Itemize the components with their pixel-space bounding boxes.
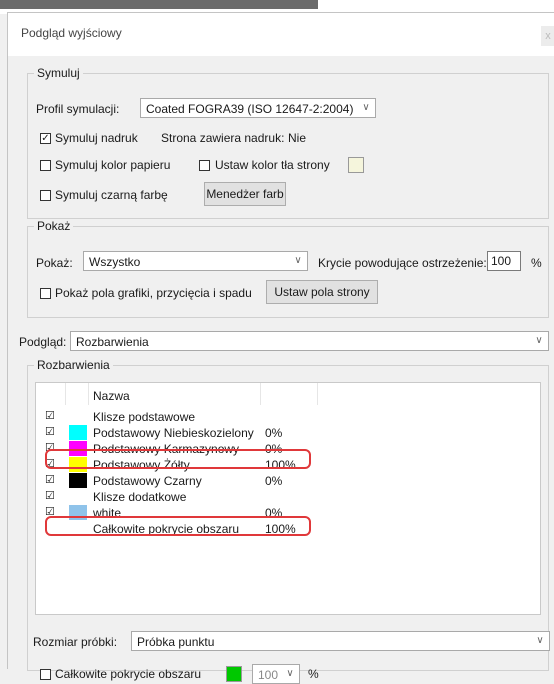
separation-checkbox[interactable]: ☑	[45, 427, 55, 438]
output-preview-dialog: Podgląd wyjściowy x Symuluj Profil symul…	[7, 12, 554, 684]
page-boxes-button[interactable]: Ustaw pola strony	[266, 280, 378, 304]
page-contains-overprint-label: Strona zawiera nadruk:	[161, 131, 285, 145]
simulate-paper-color-label: Symuluj kolor papieru	[55, 158, 171, 172]
highlight-yellow-row	[45, 449, 311, 469]
total-coverage-select[interactable]: 100 ∨	[252, 664, 300, 684]
simulation-profile-select[interactable]: Coated FOGRA39 (ISO 12647-2:2004) ∨	[140, 98, 376, 118]
chevron-down-icon: ∨	[536, 635, 544, 646]
separation-row[interactable]: ☑ Podstawowy Czarny 0%	[36, 473, 540, 488]
sample-size-value: Próbka punktu	[137, 635, 215, 649]
show-boxes-checkbox[interactable]	[40, 288, 51, 299]
separation-coverage: 0%	[265, 426, 283, 440]
separation-row[interactable]: ☑ Klisze podstawowe	[36, 409, 540, 424]
separation-color-swatch	[69, 473, 87, 488]
total-coverage-value: 100	[258, 668, 279, 682]
ink-manager-button[interactable]: Menedżer farb	[204, 182, 286, 206]
total-coverage-checkbox[interactable]	[40, 669, 51, 680]
chevron-down-icon: ∨	[535, 335, 543, 346]
show-group: Pokaż Pokaż: Wszystko ∨ Krycie powodując…	[27, 219, 549, 318]
separation-checkbox[interactable]: ☑	[45, 491, 55, 502]
coverage-warning-input[interactable]: 100	[487, 251, 521, 271]
separation-name: Podstawowy Czarny	[93, 474, 202, 488]
show-label: Pokaż:	[36, 256, 73, 270]
preview-value: Rozbarwienia	[76, 335, 149, 349]
show-boxes-label: Pokaż pola grafiki, przycięcia i spadu	[55, 286, 252, 300]
sample-size-label: Rozmiar próbki:	[33, 635, 118, 649]
separation-name: Klisze podstawowe	[93, 410, 196, 424]
simulate-black-ink-label: Symuluj czarną farbę	[55, 188, 168, 202]
dialog-title: Podgląd wyjściowy	[21, 26, 122, 40]
page-bg-color-label: Ustaw kolor tła strony	[215, 158, 330, 172]
sample-size-select[interactable]: Próbka punktu ∨	[131, 631, 550, 651]
simulation-profile-label: Profil symulacji:	[36, 102, 120, 116]
separation-checkbox[interactable]: ☑	[45, 475, 55, 486]
simulate-group: Symuluj Profil symulacji: Coated FOGRA39…	[27, 66, 549, 219]
separation-name: Klisze dodatkowe	[93, 490, 187, 504]
coverage-unit: %	[531, 256, 542, 270]
total-coverage-unit: %	[308, 667, 319, 681]
simulation-profile-value: Coated FOGRA39 (ISO 12647-2:2004)	[146, 102, 354, 116]
page-contains-overprint-value: Nie	[288, 131, 307, 145]
separations-legend: Rozbarwienia	[34, 358, 113, 372]
coverage-warning-label: Krycie powodujące ostrzeżenie:	[318, 256, 487, 270]
preview-label: Podgląd:	[19, 335, 67, 349]
show-value: Wszystko	[89, 255, 141, 269]
separation-color-swatch	[69, 425, 87, 440]
highlight-white-row	[45, 516, 311, 536]
simulate-overprint-label: Symuluj nadruk	[55, 131, 138, 145]
page-bg-color-checkbox[interactable]	[199, 160, 210, 171]
separation-name: Podstawowy Niebieskozielony	[93, 426, 254, 440]
simulate-paper-color-checkbox[interactable]	[40, 160, 51, 171]
simulate-black-ink-checkbox[interactable]	[40, 190, 51, 201]
show-legend: Pokaż	[34, 219, 74, 233]
simulate-legend: Symuluj	[34, 66, 83, 80]
title-bar: Podgląd wyjściowy x	[8, 13, 554, 56]
simulate-overprint-checkbox[interactable]: ✓	[40, 133, 51, 144]
chevron-down-icon: ∨	[294, 255, 302, 266]
separation-coverage: 0%	[265, 474, 283, 488]
separation-row[interactable]: ☑ Podstawowy Niebieskozielony 0%	[36, 425, 540, 440]
total-coverage-label: Całkowite pokrycie obszaru	[55, 667, 202, 681]
close-button[interactable]: x	[541, 26, 554, 46]
page-bg-color-swatch[interactable]	[348, 157, 364, 173]
separation-checkbox[interactable]: ☑	[45, 411, 55, 422]
total-coverage-color-swatch[interactable]	[226, 666, 242, 682]
separation-row[interactable]: ☑ Klisze dodatkowe	[36, 489, 540, 504]
chevron-down-icon: ∨	[362, 102, 370, 113]
show-select[interactable]: Wszystko ∨	[83, 251, 308, 271]
preview-select[interactable]: Rozbarwienia ∨	[70, 331, 549, 351]
background-app-bar	[0, 0, 318, 9]
separations-list[interactable]: Nazwa ☑ Klisze podstawowe ☑ Podstawowy Nieb…	[35, 382, 541, 615]
column-header-name: Nazwa	[93, 389, 130, 403]
separations-group: Rozbarwienia Nazwa ☑ Klisze podstawowe ☑ Po…	[27, 358, 550, 684]
